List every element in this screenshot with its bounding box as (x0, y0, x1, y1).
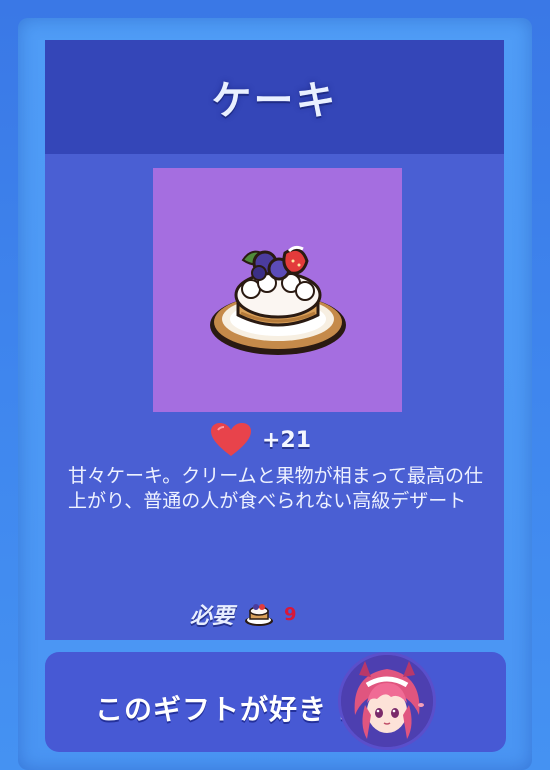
gift-header: ケーキ (45, 40, 504, 154)
required-amount: 必要 9 (190, 594, 297, 634)
gift-description: 甘々ケーキ。クリームと果物が相まって最高の仕上がり、普通の人が食べられない高級デ… (68, 465, 483, 512)
gift-image-box (153, 168, 402, 412)
required-count: 9 (284, 603, 297, 625)
avatar-portrait (341, 655, 433, 747)
character-avatar[interactable] (341, 655, 433, 747)
likes-panel: このギフトが好き : (45, 652, 506, 752)
likes-label: このギフトが好き : (95, 693, 350, 726)
heart-icon (211, 423, 251, 456)
required-label: 必要 (190, 604, 235, 629)
gift-title: ケーキ (211, 78, 338, 124)
cake-icon (245, 604, 274, 626)
affinity-value: +21 (262, 427, 312, 453)
affinity-bonus: +21 (210, 422, 311, 458)
gift-card: ケーキ +21 甘々ケーキ。クリームと果物が相まって最高の仕上がり、普通の人が食… (45, 40, 504, 640)
cake-icon (209, 245, 346, 355)
